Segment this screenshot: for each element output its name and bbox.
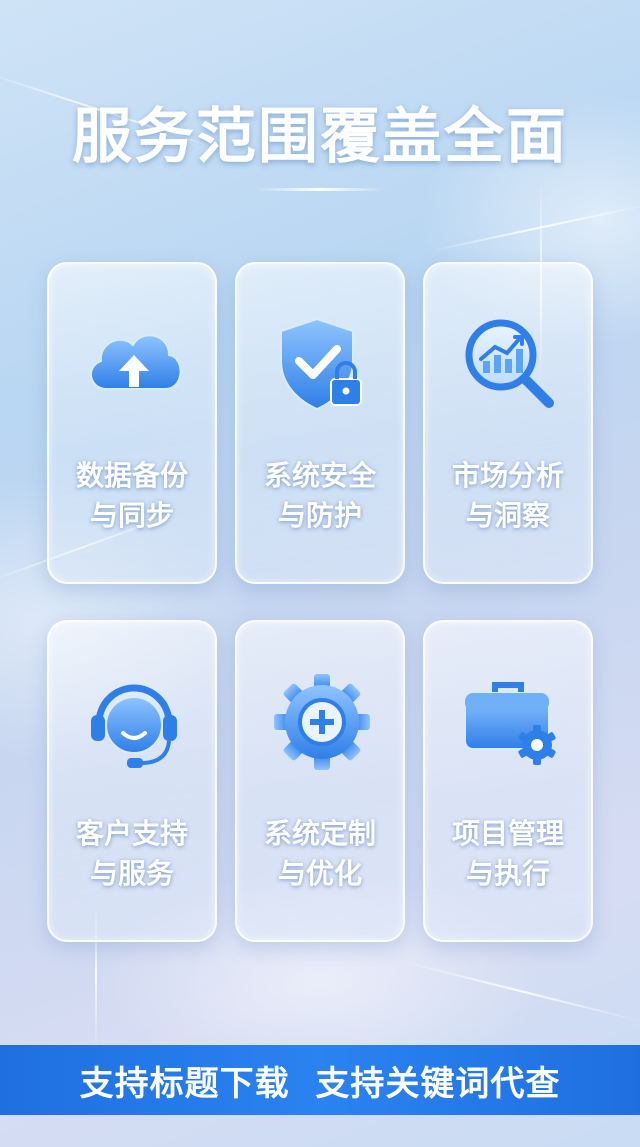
page-title: 服务范围覆盖全面 — [72, 102, 568, 172]
card-label-line1: 数据备份 — [75, 459, 188, 492]
card-label-line1: 项目管理 — [451, 817, 564, 850]
light-streak — [399, 960, 640, 1023]
banner-text: 支持标题下载 支持关键词代查 — [79, 1063, 561, 1104]
service-card-system-security[interactable]: 系统安全 与防护 — [235, 262, 405, 584]
gear-plus-icon — [262, 662, 382, 782]
cloud-upload-icon — [74, 304, 194, 424]
card-label-line1: 市场分析 — [451, 459, 564, 492]
card-label-line2: 与洞察 — [465, 499, 550, 532]
service-card-system-customization[interactable]: 系统定制 与优化 — [235, 620, 405, 942]
light-streak — [429, 202, 640, 252]
bottom-banner: 支持标题下载 支持关键词代查 — [0, 1045, 640, 1115]
magnifier-chart-icon — [450, 304, 570, 424]
card-label: 系统安全 与防护 — [237, 456, 403, 536]
card-label: 项目管理 与执行 — [425, 814, 591, 894]
card-label-line2: 与同步 — [89, 499, 174, 532]
card-label: 系统定制 与优化 — [237, 814, 403, 894]
service-card-customer-support[interactable]: 客户支持 与服务 — [47, 620, 217, 942]
briefcase-gear-icon — [450, 662, 570, 782]
card-label-line2: 与服务 — [89, 857, 174, 890]
title-underline — [255, 188, 385, 191]
card-label-line1: 系统安全 — [263, 459, 376, 492]
headset-icon — [74, 662, 194, 782]
card-label-line1: 系统定制 — [263, 817, 376, 850]
service-card-project-management[interactable]: 项目管理 与执行 — [423, 620, 593, 942]
card-label: 市场分析 与洞察 — [425, 456, 591, 536]
card-label: 客户支持 与服务 — [49, 814, 215, 894]
service-card-data-backup[interactable]: 数据备份 与同步 — [47, 262, 217, 584]
service-card-market-analysis[interactable]: 市场分析 与洞察 — [423, 262, 593, 584]
card-label-line2: 与优化 — [277, 857, 362, 890]
card-label-line1: 客户支持 — [75, 817, 188, 850]
card-label-line2: 与执行 — [465, 857, 550, 890]
shield-lock-icon — [262, 304, 382, 424]
card-label-line2: 与防护 — [277, 499, 362, 532]
card-label: 数据备份 与同步 — [49, 456, 215, 536]
